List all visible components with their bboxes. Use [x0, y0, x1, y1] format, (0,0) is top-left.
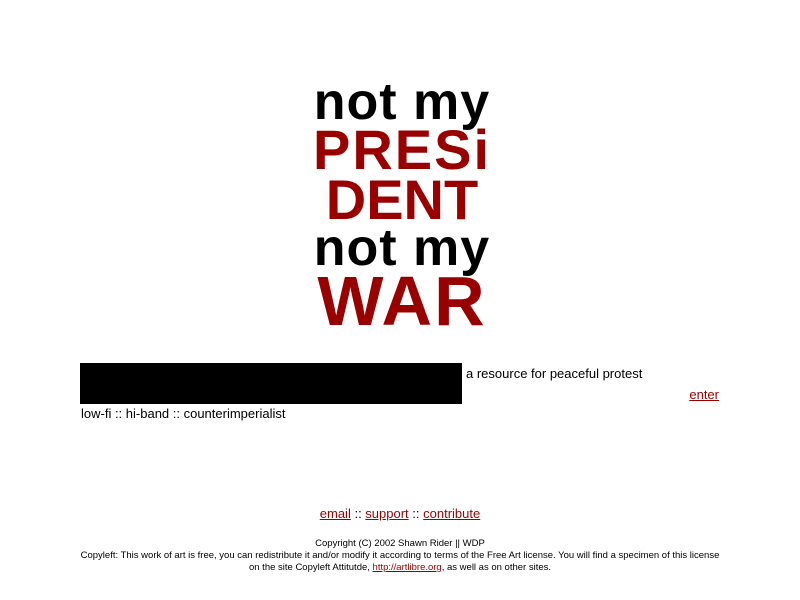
copyright-text: Copyright (C) 2002 Shawn Rider || WDP — [315, 538, 485, 549]
tagline: a resource for peaceful protest — [466, 366, 643, 381]
footer: Copyright (C) 2002 Shawn Rider || WDP Co… — [80, 538, 720, 574]
enter-link[interactable]: enter — [689, 387, 719, 402]
support-link[interactable]: support — [365, 506, 408, 521]
copyleft-text-after: , as well as on other sites. — [441, 562, 552, 573]
nav-separator: :: — [350, 506, 366, 521]
logo-line-1: not my — [313, 73, 491, 131]
logo-not-my-president-not-my-war: not my PRESi DENT not my WAR — [300, 73, 504, 340]
subtagline: low-fi :: hi-band :: counterimperialist — [81, 406, 286, 421]
footer-nav: email :: support :: contribute — [0, 506, 800, 521]
logo-line-3: DENT — [325, 168, 479, 231]
email-link[interactable]: email — [320, 506, 351, 521]
logo-line-5: WAR — [317, 262, 487, 340]
copyleft-text: Copyleft: This work of art is free, you … — [80, 550, 720, 574]
contribute-link[interactable]: contribute — [423, 506, 480, 521]
artlibre-link[interactable]: http://artlibre.org — [373, 562, 442, 573]
page: not my PRESi DENT not my WAR a resource … — [0, 0, 800, 600]
nav-separator: :: — [408, 506, 424, 521]
black-banner — [80, 363, 462, 404]
logo-line-2: PRESi — [312, 118, 492, 181]
